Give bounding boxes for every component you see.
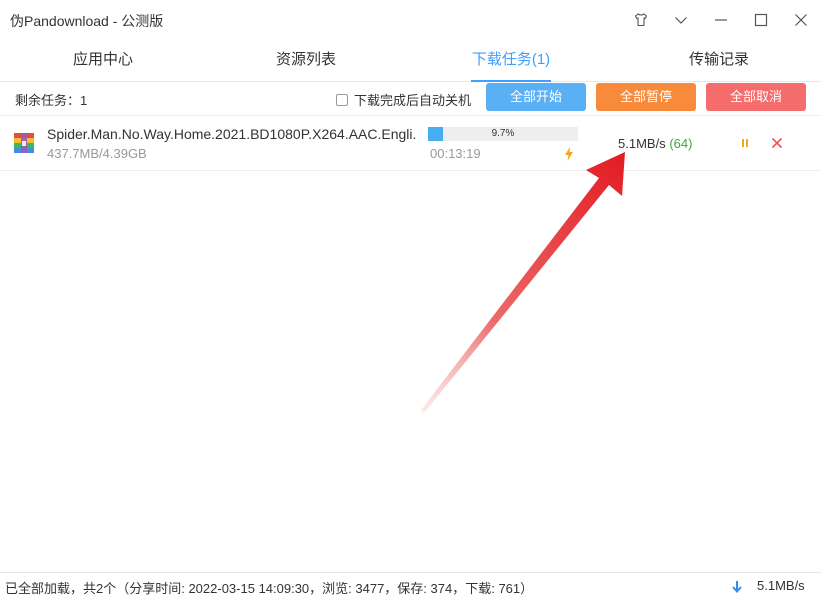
maximize-button[interactable]	[748, 8, 774, 32]
progress-bar: 9.7%	[428, 127, 578, 141]
pause-all-button[interactable]: 全部暂停	[596, 83, 696, 111]
dropdown-button[interactable]	[668, 8, 694, 32]
cancel-task-icon[interactable]	[770, 136, 784, 150]
connection-count: (64)	[669, 136, 693, 151]
auto-shutdown-option[interactable]: 下载完成后自动关机	[336, 90, 471, 109]
tab-download-tasks[interactable]: 下载任务(1)	[408, 42, 614, 82]
progress-text: 9.7%	[491, 128, 515, 139]
status-bar: 已全部加载，共2个（分享时间: 2022-03-15 14:09:30，浏览: …	[0, 572, 821, 600]
cancel-all-button[interactable]: 全部取消	[706, 83, 806, 111]
toolbar: 剩余任务：1 下载完成后自动关机 全部开始 全部暂停 全部取消	[0, 82, 821, 116]
auto-shutdown-label: 下载完成后自动关机	[354, 93, 472, 108]
minimize-button[interactable]	[708, 8, 734, 32]
tab-app-center[interactable]: 应用中心	[0, 42, 206, 82]
elapsed-time: 00:13:19	[430, 146, 481, 161]
auto-shutdown-checkbox[interactable]	[336, 93, 348, 106]
close-icon	[795, 14, 807, 26]
file-size: 437.7MB/4.39GB	[47, 146, 147, 161]
archive-file-icon	[14, 133, 34, 153]
chevron-down-icon	[675, 17, 687, 24]
remaining-count: 1	[80, 93, 88, 108]
theme-button[interactable]	[628, 8, 654, 32]
shirt-icon	[634, 13, 648, 27]
total-speed: 5.1MB/s	[757, 578, 805, 593]
tab-resource-list[interactable]: 资源列表	[203, 42, 409, 82]
lightning-icon	[565, 147, 573, 161]
download-speed: 5.1MB/s (64)	[618, 136, 692, 151]
remaining-label: 剩余任务：	[15, 93, 81, 108]
tab-transfer-records[interactable]: 传输记录	[616, 42, 821, 82]
maximize-icon	[754, 13, 768, 27]
download-row[interactable]: Spider.Man.No.Way.Home.2021.BD1080P.X264…	[0, 117, 821, 171]
pause-icon[interactable]	[738, 136, 752, 150]
remaining-tasks: 剩余任务：1	[15, 90, 87, 109]
close-window-button[interactable]	[788, 8, 814, 32]
download-arrow-icon	[732, 581, 742, 594]
status-text: 已全部加载，共2个（分享时间: 2022-03-15 14:09:30，浏览: …	[5, 581, 534, 596]
minimize-icon	[715, 19, 727, 21]
window-title: 伪Pandownload - 公测版	[10, 13, 164, 29]
title-bar: 伪Pandownload - 公测版	[0, 0, 821, 40]
start-all-button[interactable]: 全部开始	[486, 83, 586, 111]
tab-bar: 应用中心 资源列表 下载任务(1) 传输记录	[0, 42, 821, 82]
file-name: Spider.Man.No.Way.Home.2021.BD1080P.X264…	[47, 126, 417, 142]
speed-value: 5.1MB/s	[618, 136, 666, 151]
